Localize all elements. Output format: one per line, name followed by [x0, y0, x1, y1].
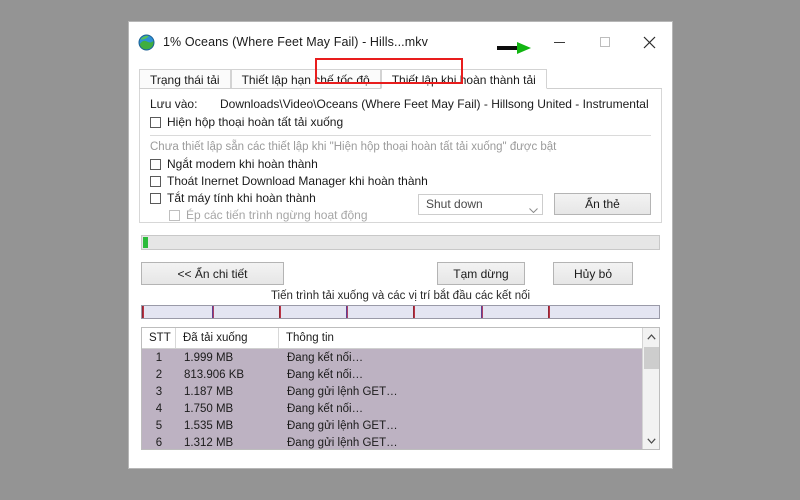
tab-content-panel: Lưu vào: Downloads\Video\Oceans (Where F…: [129, 89, 672, 468]
scroll-down-button[interactable]: [643, 432, 660, 449]
cell-info: Đang gửi lệnh GET…: [279, 437, 642, 449]
idm-download-window: 1% Oceans (Where Feet May Fail) - Hills.…: [128, 21, 673, 469]
tab-thiet-lap-khi-hoan-thanh-tai[interactable]: Thiết lập khi hoàn thành tải: [381, 69, 547, 89]
cell-stt: 2: [142, 369, 176, 381]
download-progress-bar: [141, 235, 660, 250]
cell-stt: 5: [142, 420, 176, 432]
save-to-label: Lưu vào:: [150, 97, 220, 111]
cell-info: Đang kết nối…: [279, 403, 642, 415]
scrollbar-thumb[interactable]: [644, 347, 659, 369]
save-to-value: Downloads\Video\Oceans (Where Feet May F…: [220, 97, 649, 111]
cell-stt: 4: [142, 403, 176, 415]
close-button[interactable]: [627, 22, 672, 62]
chevron-up-icon: [647, 334, 656, 340]
cell-downloaded: 1.187 MB: [176, 386, 279, 398]
pause-button[interactable]: Tạm dừng: [437, 262, 525, 285]
table-row[interactable]: 51.535 MBĐang gửi lệnh GET…: [142, 417, 642, 434]
close-icon: [643, 36, 656, 49]
connection-tick: [279, 306, 281, 318]
action-button-row: << Ẩn chi tiết Tạm dừng Hủy bỏ: [141, 262, 660, 285]
connection-tick: [481, 306, 483, 318]
cell-stt: 1: [142, 352, 176, 364]
cell-info: Đang gửi lệnh GET…: [279, 420, 642, 432]
hangup-modem-checkbox[interactable]: [150, 159, 161, 170]
table-row[interactable]: 2813.906 KBĐang kết nối…: [142, 366, 642, 383]
cell-downloaded: 1.535 MB: [176, 420, 279, 432]
connection-tick: [548, 306, 550, 318]
exit-idm-checkbox-row[interactable]: Thoát Inernet Download Manager khi hoàn …: [150, 174, 651, 188]
scroll-up-button[interactable]: [643, 328, 660, 345]
maximize-icon: [600, 37, 610, 47]
show-dialog-checkbox[interactable]: [150, 117, 161, 128]
cell-downloaded: 1.312 MB: [176, 437, 279, 449]
connections-caption: Tiến trình tải xuống và các vị trí bắt đ…: [139, 290, 662, 302]
hide-tab-button[interactable]: Ẩn thẻ: [554, 193, 651, 215]
chevron-down-icon: [647, 438, 656, 444]
table-row[interactable]: 11.999 MBĐang kết nối…: [142, 349, 642, 366]
connection-tick: [142, 306, 144, 318]
connection-tick: [212, 306, 214, 318]
connection-segments-bar: [141, 305, 660, 319]
connections-table: STT Đã tải xuống Thông tin 11.999 MBĐang…: [141, 327, 660, 450]
cell-downloaded: 813.906 KB: [176, 369, 279, 381]
download-progress-fill: [143, 237, 148, 248]
title-bar: 1% Oceans (Where Feet May Fail) - Hills.…: [129, 22, 672, 62]
table-row[interactable]: 61.312 MBĐang gửi lệnh GET…: [142, 434, 642, 449]
completion-settings-panel: Lưu vào: Downloads\Video\Oceans (Where F…: [139, 89, 662, 223]
table-row[interactable]: 41.750 MBĐang kết nối…: [142, 400, 642, 417]
save-to-row: Lưu vào: Downloads\Video\Oceans (Where F…: [150, 97, 651, 111]
shutdown-mode-select[interactable]: Shut down: [418, 194, 543, 215]
hangup-modem-label: Ngắt modem khi hoàn thành: [167, 157, 318, 171]
force-processes-checkbox: [169, 210, 180, 221]
settings-divider: [150, 135, 651, 136]
cell-downloaded: 1.750 MB: [176, 403, 279, 415]
table-row[interactable]: 31.187 MBĐang gửi lệnh GET…: [142, 383, 642, 400]
exit-idm-label: Thoát Inernet Download Manager khi hoàn …: [167, 174, 428, 188]
table-header-row: STT Đã tải xuống Thông tin: [142, 328, 642, 349]
force-processes-label: Ép các tiến trình ngừng hoạt động: [186, 208, 368, 222]
cell-info: Đang kết nối…: [279, 369, 642, 381]
cell-info: Đang gửi lệnh GET…: [279, 386, 642, 398]
tab-trang-thai-tai[interactable]: Trạng thái tải: [139, 69, 231, 88]
window-controls: [537, 22, 672, 62]
cell-downloaded: 1.999 MB: [176, 352, 279, 364]
chevron-down-icon: [529, 202, 538, 207]
connection-tick: [346, 306, 348, 318]
column-header-downloaded[interactable]: Đã tải xuống: [176, 328, 279, 348]
hangup-modem-checkbox-row[interactable]: Ngắt modem khi hoàn thành: [150, 157, 651, 171]
cell-stt: 6: [142, 437, 176, 449]
tab-strip: Trạng thái tải Thiết lập hạn chế tốc độ …: [139, 62, 662, 89]
annotation-arrow-icon: [497, 41, 533, 55]
toggle-details-button[interactable]: << Ẩn chi tiết: [141, 262, 284, 285]
shutdown-checkbox[interactable]: [150, 193, 161, 204]
cell-stt: 3: [142, 386, 176, 398]
minimize-icon: [554, 42, 565, 43]
column-header-stt[interactable]: STT: [142, 328, 176, 348]
cancel-button[interactable]: Hủy bỏ: [553, 262, 633, 285]
table-rows-container: 11.999 MBĐang kết nối…2813.906 KBĐang kế…: [142, 349, 642, 449]
show-dialog-checkbox-row[interactable]: Hiện hộp thoại hoàn tất tải xuống: [150, 115, 651, 129]
show-dialog-label: Hiện hộp thoại hoàn tất tải xuống: [167, 115, 343, 129]
idm-globe-icon: [138, 34, 155, 51]
shutdown-mode-value: Shut down: [426, 197, 483, 211]
connections-table-body-wrap: STT Đã tải xuống Thông tin 11.999 MBĐang…: [142, 328, 642, 449]
tab-thiet-lap-han-che-toc-do[interactable]: Thiết lập hạn chế tốc độ: [231, 69, 381, 88]
table-vertical-scrollbar[interactable]: [642, 328, 659, 449]
preset-note: Chưa thiết lập sẵn các thiết lập khi "Hi…: [150, 141, 651, 153]
minimize-button[interactable]: [537, 22, 582, 62]
screen: 1% Oceans (Where Feet May Fail) - Hills.…: [0, 0, 800, 500]
connection-tick: [413, 306, 415, 318]
shutdown-label: Tắt máy tính khi hoàn thành: [167, 191, 316, 205]
exit-idm-checkbox[interactable]: [150, 176, 161, 187]
maximize-button[interactable]: [582, 22, 627, 62]
column-header-info[interactable]: Thông tin: [279, 328, 642, 348]
window-title: 1% Oceans (Where Feet May Fail) - Hills.…: [163, 35, 428, 49]
cell-info: Đang kết nối…: [279, 352, 642, 364]
